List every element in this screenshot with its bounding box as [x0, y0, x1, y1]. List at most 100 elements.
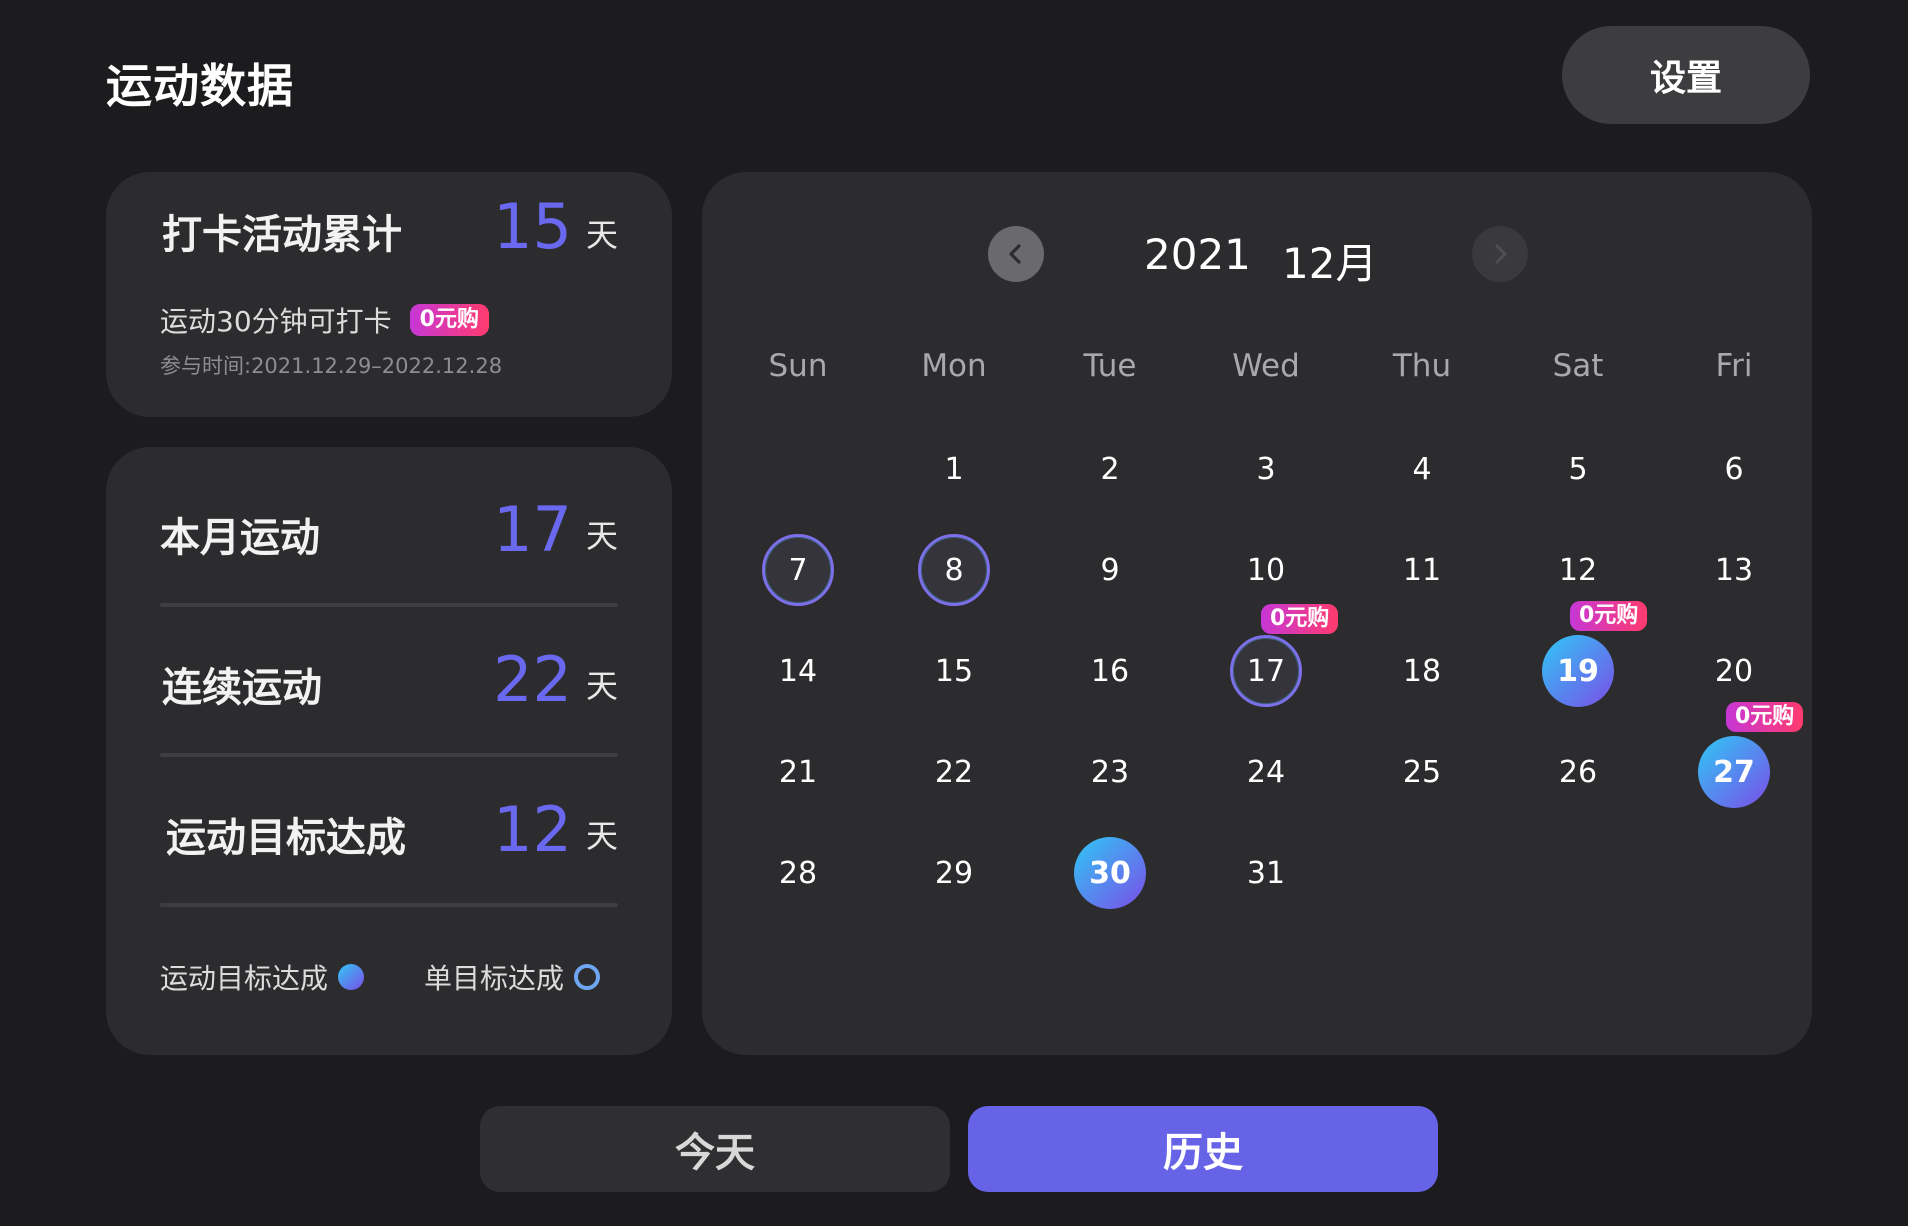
calendar-day-number: 27 0元购 [1698, 702, 1804, 808]
calendar-day-number: 4 [1412, 451, 1432, 487]
prev-month-button[interactable] [988, 226, 1044, 282]
calendar-day-number: 3 [1256, 451, 1276, 487]
weekday-label: Sat [1552, 348, 1604, 384]
calendar-day[interactable]: 3 [1188, 432, 1344, 506]
calendar-day-number: 29 [934, 855, 974, 891]
weekday-label: Mon [921, 348, 987, 384]
calendar-day-number: 13 [1714, 552, 1754, 588]
calendar-day[interactable]: 15 [876, 634, 1032, 708]
stat-month-unit: 天 [586, 517, 619, 555]
calendar-day-number: 14 [778, 653, 818, 689]
calendar-day-number: 26 [1558, 754, 1598, 790]
sport-data-page: 运动数据 设置 打卡活动累计 15 天 运动30分钟可打卡 0元购 参与时间:2… [0, 0, 1908, 1226]
calendar-day[interactable]: 24 [1188, 735, 1344, 809]
stat-month-label: 本月运动 [160, 515, 320, 561]
calendar-day-number: 24 [1246, 754, 1286, 790]
calendar-header: 2021 12月 [702, 226, 1812, 288]
divider [160, 753, 618, 757]
calendar-day[interactable]: 30 [1032, 836, 1188, 910]
today-button[interactable]: 今天 [480, 1106, 950, 1192]
calendar-day-number: 17 0元购 [1230, 604, 1339, 707]
calendar-day-number: 1 [944, 451, 964, 487]
calendar-day[interactable]: 5 [1500, 432, 1656, 506]
calendar-day-number: 5 [1568, 451, 1588, 487]
calendar-day[interactable]: 29 [876, 836, 1032, 910]
calendar-day-number: 23 [1090, 754, 1130, 790]
checkin-unit: 天 [586, 216, 619, 254]
calendar-day[interactable]: 20 [1656, 634, 1812, 708]
calendar-day[interactable]: 25 [1344, 735, 1500, 809]
checkin-label: 打卡活动累计 [162, 212, 402, 258]
calendar-day-number: 2 [1100, 451, 1120, 487]
divider [160, 903, 618, 907]
weekday-label: Sun [768, 348, 828, 384]
divider [160, 603, 618, 607]
stat-streak-unit: 天 [586, 667, 619, 705]
calendar-day-number: 18 [1402, 653, 1442, 689]
calendar-day[interactable]: 8 [876, 533, 1032, 607]
stat-streak-label: 连续运动 [162, 665, 322, 711]
calendar-day[interactable]: 13 [1656, 533, 1812, 607]
calendar-day-number: 8 [918, 534, 990, 606]
checkin-period: 参与时间:2021.12.29–2022.12.28 [160, 354, 503, 378]
legend-goal-label: 运动目标达成 [160, 962, 329, 995]
checkin-subtitle-row: 运动30分钟可打卡 0元购 [160, 300, 489, 340]
calendar-day[interactable]: 19 0元购 [1500, 601, 1656, 708]
calendar-day-number: 6 [1724, 451, 1744, 487]
day-promo-badge: 0元购 [1261, 604, 1339, 634]
calendar-day[interactable]: 31 [1188, 836, 1344, 910]
calendar-day[interactable]: 1 [876, 432, 1032, 506]
history-button[interactable]: 历史 [968, 1106, 1438, 1192]
legend-goal: 运动目标达成 [160, 957, 365, 997]
filled-dot-icon [338, 964, 365, 990]
calendar-day[interactable]: 18 [1344, 634, 1500, 708]
calendar-day[interactable]: 23 [1032, 735, 1188, 809]
legend-single-goal: 单目标达成 [424, 957, 601, 997]
calendar-year: 2021 [1144, 230, 1251, 279]
calendar-day[interactable]: 17 0元购 [1188, 604, 1344, 708]
calendar-day[interactable]: 26 [1500, 735, 1656, 809]
calendar-day[interactable]: 10 [1188, 533, 1344, 607]
calendar-month[interactable]: 12月 [1282, 230, 1377, 291]
calendar-day[interactable]: 6 [1656, 432, 1812, 506]
calendar-day-number: 10 [1246, 552, 1286, 588]
checkin-card: 打卡活动累计 15 天 运动30分钟可打卡 0元购 参与时间:2021.12.2… [106, 172, 672, 417]
calendar-day-number: 25 [1402, 754, 1442, 790]
day-promo-badge: 0元购 [1570, 601, 1648, 631]
calendar-day-number: 22 [934, 754, 974, 790]
calendar-day[interactable]: 22 [876, 735, 1032, 809]
ring-dot-icon [574, 964, 601, 990]
calendar-day-number: 11 [1402, 552, 1442, 588]
weekday-label: Thu [1392, 348, 1452, 384]
calendar-card: 2021 12月 Sun Mon Tue Wed Thu Sat Fri 123456789… [702, 172, 1812, 1055]
calendar-day[interactable]: 11 [1344, 533, 1500, 607]
calendar-day-number: 31 [1246, 855, 1286, 891]
calendar-day[interactable]: 4 [1344, 432, 1500, 506]
calendar-day-number: 7 [762, 534, 834, 606]
stat-goal-value: 12 [493, 793, 572, 866]
calendar-day[interactable]: 9 [1032, 533, 1188, 607]
legend-single-goal-label: 单目标达成 [424, 962, 565, 995]
stats-card: 本月运动 17 天 连续运动 22 天 运动目标达成 12 天 运动目标达成 单… [106, 447, 672, 1055]
stat-goal-label: 运动目标达成 [166, 815, 406, 861]
stat-streak-value: 22 [493, 643, 572, 716]
calendar-day[interactable]: 2 [1032, 432, 1188, 506]
next-month-button[interactable] [1472, 226, 1528, 282]
calendar-day[interactable]: 27 0元购 [1656, 702, 1812, 809]
calendar-day[interactable]: 14 [720, 634, 876, 708]
weekday-label: Fri [1715, 348, 1753, 384]
calendar-day-number: 12 [1558, 552, 1598, 588]
calendar-day[interactable]: 16 [1032, 634, 1188, 708]
calendar-day-number: 16 [1090, 653, 1130, 689]
settings-button[interactable]: 设置 [1562, 26, 1810, 124]
checkin-value: 15 [493, 190, 572, 263]
weekday-label: Tue [1083, 348, 1137, 384]
stat-month-value: 17 [493, 493, 572, 566]
day-promo-badge: 0元购 [1726, 702, 1804, 732]
calendar-day[interactable]: 12 [1500, 533, 1656, 607]
calendar-day[interactable]: 28 [720, 836, 876, 910]
page-title: 运动数据 [106, 59, 294, 113]
calendar-day[interactable]: 21 [720, 735, 876, 809]
calendar-day[interactable]: 7 [720, 533, 876, 607]
calendar-day-number: 21 [778, 754, 818, 790]
